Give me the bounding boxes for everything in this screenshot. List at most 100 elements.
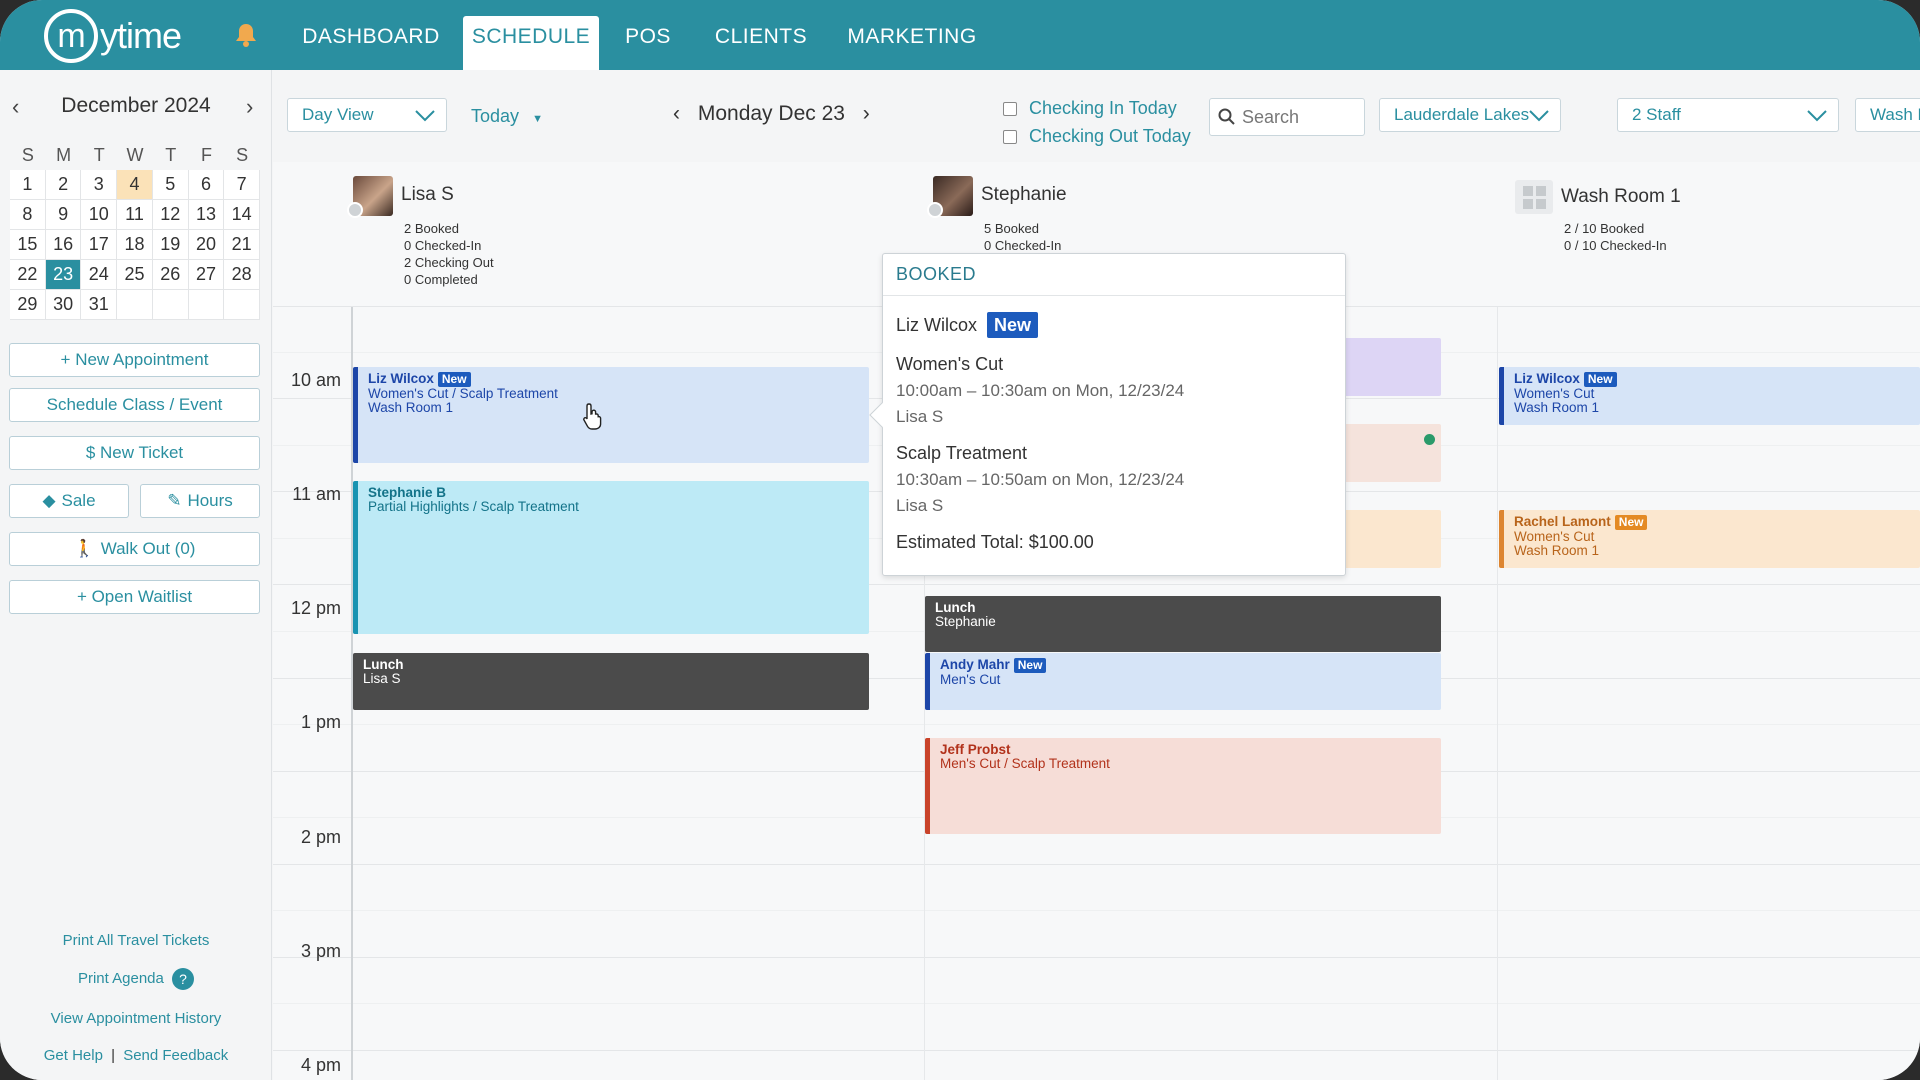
view-select[interactable]: Day View [287, 98, 447, 132]
calendar-day[interactable]: 23 [45, 260, 82, 290]
tab-marketing[interactable]: MARKETING [840, 16, 984, 70]
calendar-day[interactable]: 4 [117, 170, 153, 200]
chevron-down-icon [1529, 110, 1549, 122]
mytime-app: m ytime DASHBOARD SCHEDULE POS CLIENTS M… [0, 0, 1920, 1080]
new-badge: New [1583, 372, 1617, 387]
hours-label: Hours [187, 491, 233, 510]
calendar-week-row: 1234567 [10, 170, 261, 200]
hours-button[interactable]: ✎ Hours [140, 484, 260, 518]
location-select[interactable]: Lauderdale Lakes [1379, 98, 1561, 132]
view-appointment-history-link[interactable]: View Appointment History [0, 1010, 272, 1027]
calendar-day[interactable]: 21 [224, 230, 261, 260]
next-month-icon[interactable]: › [246, 94, 253, 120]
walk-out-button[interactable]: 🚶 Walk Out (0) [9, 532, 260, 566]
search-input[interactable]: Search [1209, 98, 1365, 136]
service-line: Partial Highlights / Scalp Treatment [368, 499, 579, 514]
staff-name[interactable]: Lisa S [401, 184, 454, 206]
next-day-icon[interactable]: › [863, 102, 870, 125]
service-name: Women's Cut [896, 354, 1004, 374]
tab-clients[interactable]: CLIENTS [708, 16, 814, 70]
print-agenda-link[interactable]: Print Agenda [78, 970, 164, 987]
calendar-day[interactable]: 14 [224, 200, 261, 230]
new-ticket-button[interactable]: $ New Ticket [9, 436, 260, 470]
calendar-day[interactable]: 19 [152, 230, 189, 260]
calendar-day[interactable]: 13 [188, 200, 225, 230]
appointment-card[interactable]: Jeff Probst Men's Cut / Scalp Treatment [925, 738, 1441, 834]
calendar-day[interactable]: 31 [81, 290, 118, 320]
calendar-day[interactable]: 9 [45, 200, 82, 230]
staff-select[interactable]: 2 Staff [1617, 98, 1839, 132]
calendar-day[interactable]: 1 [10, 170, 46, 200]
get-help-link[interactable]: Get Help [44, 1047, 103, 1064]
service-time: 10:30am – 10:50am on Mon, 12/23/24 [896, 470, 1185, 489]
calendar-day[interactable]: 25 [117, 260, 153, 290]
appointment-card[interactable]: Rachel Lamont New Women's Cut Wash Room 1 [1499, 510, 1920, 568]
link-separator: | [111, 1047, 116, 1064]
tab-dashboard[interactable]: DASHBOARD [296, 16, 446, 70]
calendar-day[interactable]: 15 [10, 230, 46, 260]
estimated-total: Estimated Total: $100.00 [896, 532, 1094, 552]
calendar-day[interactable]: 26 [152, 260, 189, 290]
calendar-day[interactable]: 28 [224, 260, 261, 290]
tag-icon: ◆ [42, 491, 56, 510]
service-line: Men's Cut [940, 672, 1001, 687]
calendar-day[interactable]: 3 [81, 170, 118, 200]
time-label: 12 pm [290, 598, 341, 618]
appointment-card[interactable]: Andy Mahr New Men's Cut [925, 653, 1441, 710]
calendar-day[interactable]: 20 [188, 230, 225, 260]
room-name[interactable]: Wash Room 1 [1561, 186, 1681, 208]
calendar-day[interactable]: 17 [81, 230, 118, 260]
calendar-day[interactable]: 6 [188, 170, 225, 200]
calendar-day[interactable]: 5 [152, 170, 189, 200]
appointment-popover[interactable]: BOOKED Liz Wilcox New Women's Cut 10:00a… [869, 253, 1346, 576]
calendar-day[interactable]: 18 [117, 230, 153, 260]
lunch-block[interactable]: Lunch Stephanie [925, 596, 1441, 652]
time-label: 4 pm [300, 1055, 341, 1075]
calendar-day[interactable]: 10 [81, 200, 118, 230]
checking-out-checkbox[interactable]: Checking Out Today [1003, 126, 1191, 147]
bell-icon[interactable] [234, 22, 258, 48]
calendar-day[interactable]: 7 [224, 170, 261, 200]
time-label: 1 pm [300, 712, 341, 732]
calendar-day[interactable]: 27 [188, 260, 225, 290]
sale-button[interactable]: ◆ Sale [9, 484, 129, 518]
send-feedback-link[interactable]: Send Feedback [123, 1047, 228, 1064]
staff-stats: 5 Booked 0 Checked-In [984, 220, 1061, 254]
mytime-logo[interactable]: m ytime [44, 8, 182, 64]
calendar-day[interactable]: 22 [10, 260, 46, 290]
today-dropdown[interactable]: Today ▼ [471, 106, 543, 127]
tab-schedule[interactable]: SCHEDULE [463, 16, 599, 70]
tab-pos[interactable]: POS [616, 16, 680, 70]
calendar-day[interactable]: 8 [10, 200, 46, 230]
help-icon[interactable]: ? [172, 968, 195, 990]
calendar-day[interactable]: 16 [45, 230, 82, 260]
calendar-week-row: 22 23 24 25 26 27 28 [10, 260, 261, 290]
schedule-toolbar: Day View Today ▼ ‹ Monday Dec 23 › Check… [273, 70, 1920, 162]
calendar-day[interactable]: 11 [117, 200, 153, 230]
lunch-block[interactable]: Lunch Lisa S [353, 653, 869, 710]
appointment-card[interactable]: Liz Wilcox New Women's Cut Wash Room 1 [1499, 367, 1920, 425]
calendar-day[interactable]: 24 [81, 260, 118, 290]
block-title: Lunch [363, 657, 404, 672]
prev-day-icon[interactable]: ‹ [673, 102, 680, 125]
calendar-day[interactable]: 2 [45, 170, 82, 200]
calendar-day[interactable]: 29 [10, 290, 46, 320]
print-travel-tickets-link[interactable]: Print All Travel Tickets [0, 932, 272, 949]
checking-in-checkbox[interactable]: Checking In Today [1003, 98, 1177, 119]
checkbox-box[interactable] [1003, 129, 1017, 144]
chevron-down-icon [1807, 110, 1827, 122]
checkbox-box[interactable] [1003, 101, 1017, 116]
weekday-label: T [93, 144, 105, 165]
staff-name[interactable]: Stephanie [981, 184, 1067, 206]
appointment-card[interactable]: Stephanie B Partial Highlights / Scalp T… [353, 481, 869, 634]
open-waitlist-button[interactable]: + Open Waitlist [9, 580, 260, 614]
schedule-class-button[interactable]: Schedule Class / Event [9, 388, 260, 422]
new-appointment-button[interactable]: + New Appointment [9, 343, 260, 377]
prev-month-icon[interactable]: ‹ [12, 94, 19, 120]
calendar-day[interactable]: 12 [152, 200, 189, 230]
popover-client-name[interactable]: Liz Wilcox [896, 315, 977, 336]
grid-line [273, 1050, 1920, 1051]
calendar-day[interactable]: 30 [45, 290, 82, 320]
room-select[interactable]: Wash R [1855, 98, 1920, 132]
appointment-card[interactable]: Liz Wilcox New Women's Cut / Scalp Treatm… [353, 367, 869, 463]
